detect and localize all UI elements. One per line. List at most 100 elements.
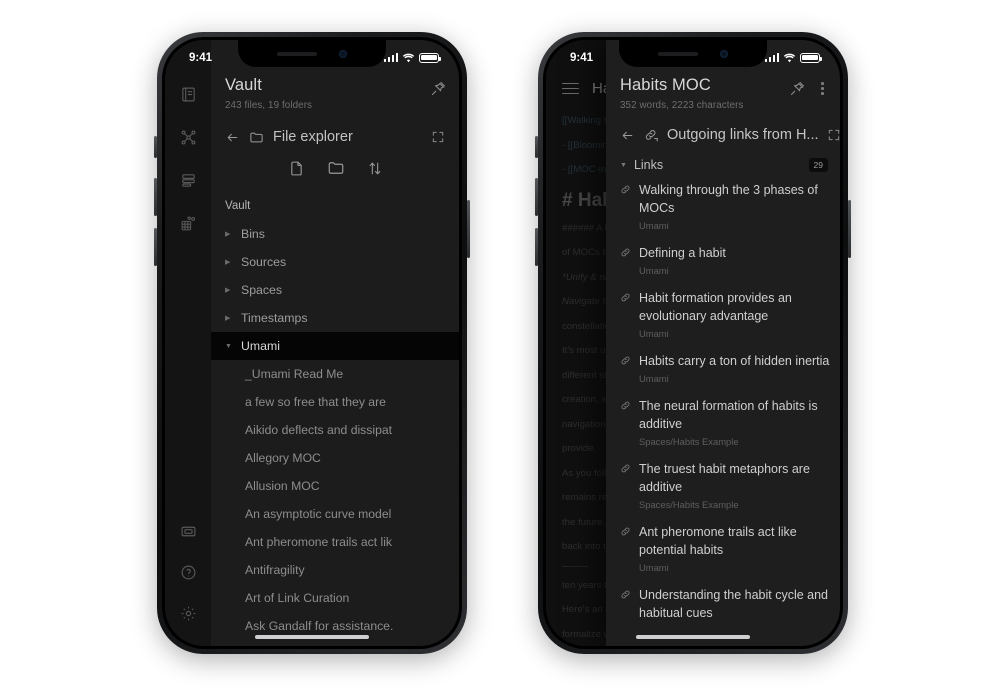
list-item[interactable]: Walking through the 3 phases of MOCs Uma… — [620, 181, 830, 231]
chevron-down-icon: ▼ — [620, 161, 627, 169]
link-path: Spaces/Habits Example — [639, 436, 739, 447]
screenshot-stage: Idea Emergence Spaces Note Making MOCs a… — [0, 0, 1000, 700]
volume-down-button[interactable] — [154, 228, 157, 266]
folder-row-umami[interactable]: ▼ Umami — [211, 332, 459, 360]
folder-label: Timestamps — [241, 311, 308, 325]
link-icon — [620, 247, 631, 276]
link-icon — [620, 292, 631, 339]
notes-icon[interactable] — [180, 86, 197, 103]
layers-icon[interactable] — [180, 172, 197, 189]
list-item[interactable]: Ant pheromone trails act like potential … — [620, 523, 830, 573]
volume-down-button[interactable] — [535, 228, 538, 266]
expand-icon[interactable] — [827, 128, 841, 142]
file-row[interactable]: Aikido deflects and dissipat — [211, 416, 459, 444]
folder-row-spaces[interactable]: ▶ Spaces — [211, 276, 459, 304]
links-section-header[interactable]: ▼ Links 29 — [606, 143, 840, 181]
home-indicator[interactable] — [255, 634, 369, 639]
note-divider — [562, 565, 588, 567]
file-row[interactable]: Art of Link Curation — [211, 584, 459, 612]
breadcrumb: File explorer — [211, 111, 459, 145]
spaces-grid-icon[interactable] — [180, 215, 197, 232]
home-indicator[interactable] — [636, 634, 750, 639]
chevron-right-icon: ▶ — [225, 259, 231, 266]
hamburger-menu-icon[interactable] — [562, 82, 579, 95]
chevron-right-icon: ▶ — [225, 315, 231, 322]
volume-up-button[interactable] — [535, 178, 538, 216]
file-row[interactable]: Attention — [211, 640, 459, 646]
help-icon[interactable] — [180, 564, 197, 581]
new-folder-icon[interactable] — [327, 159, 345, 177]
file-row[interactable]: An asymptotic curve model — [211, 500, 459, 528]
list-item[interactable]: The truest habit metaphors are additive … — [620, 460, 830, 510]
graph-view-icon[interactable] — [180, 129, 197, 146]
file-row[interactable]: _Umami Read Me — [211, 360, 459, 388]
list-item[interactable]: The neural formation of habits is additi… — [620, 397, 830, 447]
pin-icon[interactable] — [789, 80, 806, 97]
pin-icon[interactable] — [430, 80, 447, 97]
new-file-icon[interactable] — [288, 160, 305, 177]
file-explorer-panel: Vault 243 files, 19 folders File explore… — [211, 40, 459, 646]
link-path: Umami — [639, 328, 669, 339]
folder-row-bins[interactable]: ▶ Bins — [211, 220, 459, 248]
link-path: Spaces/Habits Example — [639, 499, 739, 510]
breadcrumb-label: File explorer — [273, 129, 353, 145]
note-header-actions — [789, 80, 828, 97]
power-button[interactable] — [848, 200, 851, 258]
file-row[interactable]: Ant pheromone trails act lik — [211, 528, 459, 556]
list-item[interactable]: Defining a habit Umami — [620, 244, 830, 276]
folder-row-timestamps[interactable]: ▶ Timestamps — [211, 304, 459, 332]
chevron-right-icon: ▶ — [225, 231, 231, 238]
list-item[interactable]: Habit formation provides an evolutionary… — [620, 289, 830, 339]
chevron-down-icon: ▼ — [225, 342, 232, 350]
left-sidebar-rail — [165, 40, 211, 646]
file-row[interactable]: Allusion MOC — [211, 472, 459, 500]
back-arrow-icon[interactable] — [225, 131, 240, 144]
front-camera — [339, 49, 347, 58]
power-button[interactable] — [467, 200, 470, 258]
outgoing-links-breadcrumb: Outgoing links from H... — [606, 111, 840, 143]
list-item[interactable]: Understanding the habit cycle and habitu… — [620, 586, 830, 622]
earpiece-speaker — [658, 51, 698, 56]
link-title: The neural formation of habits is additi… — [639, 399, 818, 431]
link-path: Umami — [639, 265, 669, 276]
back-arrow-icon[interactable] — [620, 129, 635, 142]
file-row[interactable]: Antifragility — [211, 556, 459, 584]
folder-row-sources[interactable]: ▶ Sources — [211, 248, 459, 276]
phone-screen-left: Idea Emergence Spaces Note Making MOCs a… — [165, 40, 459, 646]
expand-icon[interactable] — [431, 130, 445, 144]
link-icon — [620, 184, 631, 231]
panel-note-stats: 352 words, 2223 characters — [620, 100, 744, 111]
link-title: Understanding the habit cycle and habitu… — [639, 588, 829, 620]
phone-notch — [619, 40, 767, 67]
link-title: The truest habit metaphors are additive — [639, 462, 810, 494]
bookmark-card-icon[interactable] — [180, 523, 197, 540]
settings-gear-icon[interactable] — [180, 605, 197, 622]
file-tree[interactable]: Vault ▶ Bins ▶ Sources ▶ Spaces ▶ Timest… — [211, 187, 459, 646]
more-options-icon[interactable] — [817, 80, 828, 96]
folder-label: Bins — [241, 227, 265, 241]
outgoing-links-panel: Habits MOC 352 words, 2223 characters Ou… — [606, 40, 840, 646]
volume-up-button[interactable] — [154, 178, 157, 216]
file-row[interactable]: Allegory MOC — [211, 444, 459, 472]
phone-screen-right: Habits MOC [[Walking through the 3 phase… — [546, 40, 840, 646]
file-row[interactable]: a few so free that they are — [211, 388, 459, 416]
link-title: Habits carry a ton of hidden inertia — [639, 354, 830, 368]
link-icon — [620, 355, 631, 384]
phone-mockup-left: Idea Emergence Spaces Note Making MOCs a… — [154, 32, 470, 654]
list-item[interactable]: Habits carry a ton of hidden inertia Uma… — [620, 352, 830, 384]
link-title: Ant pheromone trails act like potential … — [639, 525, 797, 557]
outgoing-links-list[interactable]: Walking through the 3 phases of MOCs Uma… — [606, 181, 840, 646]
sort-icon[interactable] — [367, 160, 383, 177]
mute-switch[interactable] — [154, 136, 157, 158]
link-icon — [620, 589, 631, 622]
outgoing-link-icon — [643, 127, 659, 143]
folder-icon — [249, 130, 264, 145]
link-title: Defining a habit — [639, 246, 726, 260]
link-path: Umami — [639, 373, 669, 384]
explorer-toolbar — [211, 145, 459, 187]
phone-bezel-right: Habits MOC [[Walking through the 3 phase… — [543, 37, 843, 649]
link-path: Umami — [639, 562, 669, 573]
mute-switch[interactable] — [535, 136, 538, 158]
link-icon — [620, 400, 631, 447]
phone-notch — [238, 40, 386, 67]
